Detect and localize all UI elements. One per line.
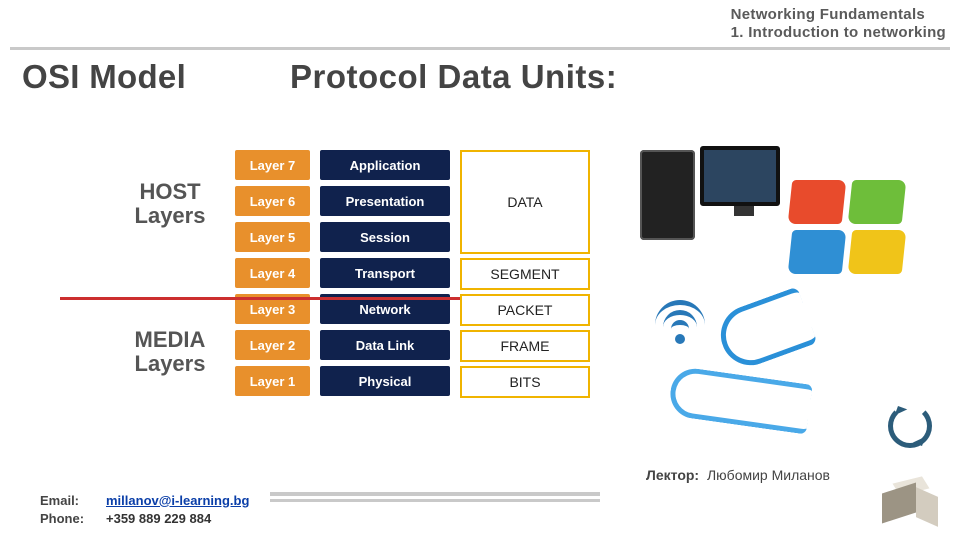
pdu-bits: BITS [460, 366, 590, 398]
header-divider [10, 47, 950, 50]
layer5-number: Layer 5 [235, 222, 310, 252]
desktop-tower-icon [640, 150, 695, 240]
page-title: OSI Model [22, 60, 186, 93]
company-logo-icon [882, 478, 938, 526]
layer4-number: Layer 4 [235, 258, 310, 288]
ethernet-cable-icon [667, 366, 813, 435]
lecturer-name: Любомир Миланов [707, 467, 830, 483]
footer-divider [270, 492, 600, 496]
pdu-packet: PACKET [460, 294, 590, 326]
layer6-name: Presentation [320, 186, 450, 216]
course-title: Networking Fundamentals [731, 6, 946, 24]
email-link[interactable]: millanov@i-learning.bg [106, 492, 249, 510]
slide-header: Networking Fundamentals 1. Introduction … [731, 6, 946, 42]
layer2-name: Data Link [320, 330, 450, 360]
phone-label: Phone: [40, 510, 98, 528]
footer-divider [270, 499, 600, 502]
phone-value: +359 889 229 884 [106, 510, 249, 528]
layer4-name: Transport [320, 258, 450, 288]
pdu-column: DATA SEGMENT PACKET FRAME BITS [460, 150, 590, 402]
illustration-area [640, 140, 920, 430]
layer-name-column: Application Presentation Session Transpo… [320, 150, 450, 402]
layer7-number: Layer 7 [235, 150, 310, 180]
lecturer-label: Лектор: [646, 467, 699, 483]
pdu-segment: SEGMENT [460, 258, 590, 290]
layer5-name: Session [320, 222, 450, 252]
layer1-number: Layer 1 [235, 366, 310, 396]
subtitle: Protocol Data Units: [290, 60, 617, 93]
media-layers-label: MEDIA Layers [120, 328, 220, 376]
monitor-icon [700, 146, 780, 206]
arrows-loop-icon [888, 404, 932, 448]
windows-flag-icon [790, 180, 910, 280]
pdu-data: DATA [460, 150, 590, 254]
email-label: Email: [40, 492, 98, 510]
chapter-title: 1. Introduction to networking [731, 24, 946, 42]
layer1-name: Physical [320, 366, 450, 396]
host-layers-label: HOST Layers [120, 180, 220, 228]
wifi-icon [650, 300, 710, 360]
layer2-number: Layer 2 [235, 330, 310, 360]
ethernet-cable-icon [712, 286, 817, 373]
layer7-name: Application [320, 150, 450, 180]
lecturer-line: Лектор: Любомир Миланов [646, 468, 830, 482]
layer-number-column: Layer 7 Layer 6 Layer 5 Layer 4 Layer 3 … [235, 150, 310, 402]
contact-block: Email: millanov@i-learning.bg Phone: +35… [40, 492, 249, 528]
layer6-number: Layer 6 [235, 186, 310, 216]
pdu-frame: FRAME [460, 330, 590, 362]
host-media-divider [60, 297, 466, 300]
